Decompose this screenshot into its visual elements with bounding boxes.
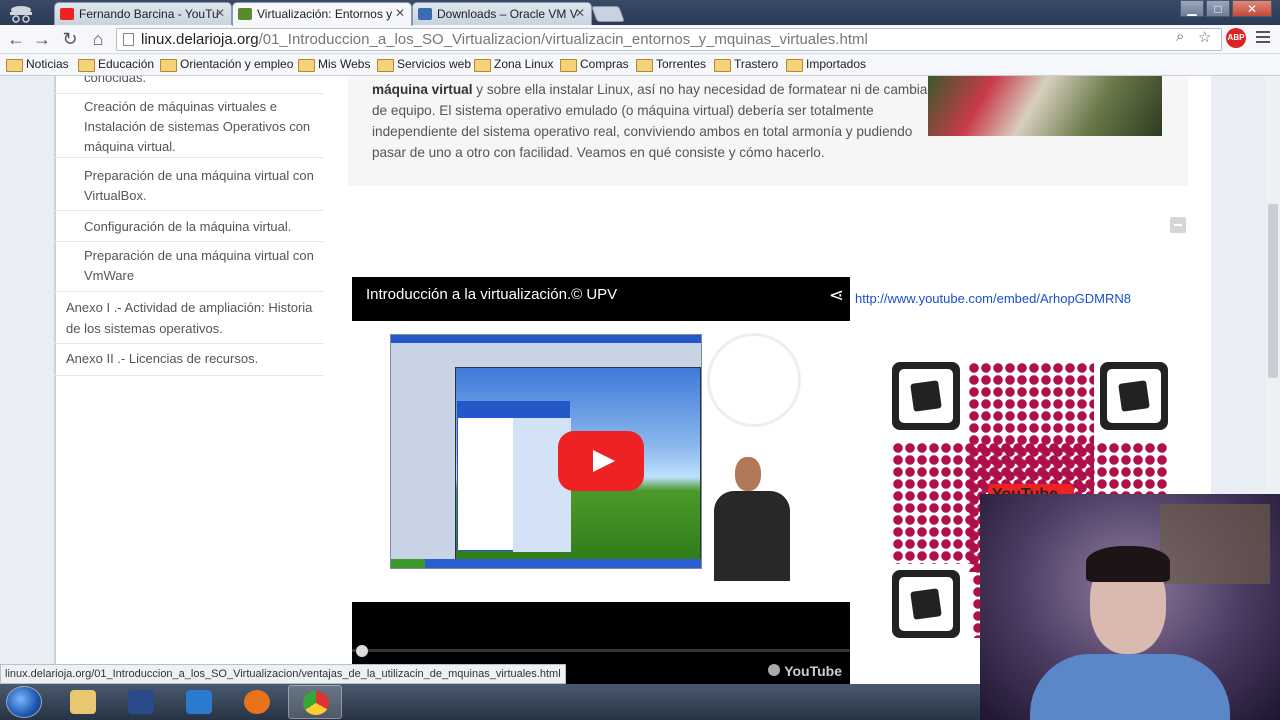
taskbar-explorer[interactable] xyxy=(56,685,110,719)
back-button[interactable]: ← xyxy=(4,28,28,50)
page-icon xyxy=(123,33,134,46)
taskbar-save-app[interactable] xyxy=(114,685,168,719)
menu-icon[interactable] xyxy=(1256,31,1270,43)
address-bar[interactable]: linux.delarioja.org/01_Introduccion_a_lo… xyxy=(116,28,1222,51)
forward-button[interactable]: → xyxy=(30,28,54,50)
presenter-head xyxy=(735,457,761,491)
sidebar-item-anexo-2[interactable]: Anexo II .- Licencias de recursos. xyxy=(54,346,324,376)
person-shirt xyxy=(1030,654,1230,720)
sidebar-item[interactable]: conocidas. xyxy=(54,76,324,94)
oracle-favicon-icon xyxy=(418,8,432,20)
incognito-icon xyxy=(10,6,32,23)
presenter-figure xyxy=(708,457,794,585)
xp-start-button xyxy=(391,559,425,568)
sidebar-item-virtualbox[interactable]: Preparación de una máquina virtual con V… xyxy=(54,160,324,211)
close-tab-icon[interactable]: ✕ xyxy=(395,6,405,20)
reload-button[interactable]: ↻ xyxy=(58,28,82,50)
close-tab-icon[interactable]: ✕ xyxy=(215,6,225,20)
qr-finder xyxy=(892,362,960,430)
sidebar-item-creacion[interactable]: Creación de máquinas virtuales e Instala… xyxy=(54,94,324,158)
youtube-embed[interactable]: Introducción a la virtualización.© UPV ⋖ xyxy=(352,277,850,684)
new-tab-button[interactable] xyxy=(591,6,625,22)
bookmark-folder[interactable]: Mis Webs xyxy=(298,57,370,72)
scrollbar-thumb[interactable] xyxy=(1268,204,1278,378)
bookmark-folder[interactable]: Trastero xyxy=(714,57,778,72)
tab-youtube[interactable]: Fernando Barcina - YouTu ✕ xyxy=(54,2,232,25)
video-header: Introducción a la virtualización.© UPV ⋖ xyxy=(352,277,850,321)
tab-label: Downloads – Oracle VM V xyxy=(437,7,578,21)
youtube-favicon-icon xyxy=(60,8,74,20)
close-window-button[interactable]: ✕ xyxy=(1232,0,1272,17)
adblock-plus-icon[interactable]: ABP xyxy=(1226,28,1246,48)
url-host: linux.delarioja.org xyxy=(141,31,259,48)
collapse-button[interactable] xyxy=(1170,217,1186,233)
tab-oracle[interactable]: Downloads – Oracle VM V ✕ xyxy=(412,2,592,25)
bookmarks-bar: Noticias Educación Orientación y empleo … xyxy=(0,54,1280,76)
search-icon[interactable]: ⌕ xyxy=(1176,28,1184,45)
intro-photo xyxy=(928,76,1162,136)
webcam-overlay xyxy=(980,494,1280,720)
sidebar-item-configuracion[interactable]: Configuración de la máquina virtual. xyxy=(54,213,324,242)
sidebar-nav: conocidas. Creación de máquinas virtuale… xyxy=(54,76,324,684)
sidebar-item-vmware[interactable]: Preparación de una máquina virtual con V… xyxy=(54,243,324,292)
person-hair xyxy=(1086,546,1170,582)
watch-later-icon[interactable] xyxy=(768,664,780,676)
intro-panel: máquina virtual y sobre ella instalar Li… xyxy=(348,76,1188,186)
bookmark-folder[interactable]: Servicios web xyxy=(377,57,471,72)
browser-toolbar: ← → ↻ ⌂ linux.delarioja.org/01_Introducc… xyxy=(0,25,1280,54)
xp-screenshot xyxy=(390,334,702,569)
firefox-icon xyxy=(244,690,270,714)
tab-label: Virtualización: Entornos y xyxy=(257,7,393,21)
url-path: /01_Introduccion_a_los_SO_Virtualizacion… xyxy=(258,31,868,48)
taskbar-firefox[interactable] xyxy=(230,685,284,719)
virtualbox-icon xyxy=(186,690,212,714)
home-button[interactable]: ⌂ xyxy=(86,28,110,50)
bookmark-star-icon[interactable]: ☆ xyxy=(1198,28,1211,46)
qr-finder xyxy=(1100,362,1168,430)
video-title[interactable]: Introducción a la virtualización.© UPV xyxy=(366,286,617,303)
start-button[interactable] xyxy=(6,686,42,718)
share-icon[interactable]: ⋖ xyxy=(829,285,844,306)
maximize-button[interactable]: □ xyxy=(1206,0,1230,17)
bookmark-folder[interactable]: Noticias xyxy=(6,57,69,72)
tab-virtualizacion[interactable]: Virtualización: Entornos y ✕ xyxy=(232,2,412,26)
close-tab-icon[interactable]: ✕ xyxy=(575,6,585,20)
xp-taskbar xyxy=(391,559,701,568)
tab-label: Fernando Barcina - YouTu xyxy=(79,7,219,21)
bookmark-folder[interactable]: Importados xyxy=(786,57,866,72)
minimize-button[interactable]: ▁ xyxy=(1180,0,1204,17)
upv-seal-watermark xyxy=(707,333,801,427)
bookmark-folder[interactable]: Educación xyxy=(78,57,154,72)
intro-bold: máquina virtual xyxy=(372,82,473,97)
floppy-icon xyxy=(128,690,154,714)
bookmark-folder[interactable]: Orientación y empleo xyxy=(160,57,293,72)
video-thumbnail[interactable] xyxy=(352,321,850,602)
xp-menu-header xyxy=(458,402,569,418)
play-button[interactable] xyxy=(558,431,644,491)
progress-bar[interactable] xyxy=(352,649,850,652)
sidebar-item-anexo-1[interactable]: Anexo I .- Actividad de ampliación: Hist… xyxy=(54,295,324,344)
youtube-link[interactable]: http://www.youtube.com/embed/ArhopGDMRN8 xyxy=(855,291,1131,306)
bookmark-folder[interactable]: Zona Linux xyxy=(474,57,553,72)
bookmark-folder[interactable]: Compras xyxy=(560,57,629,72)
taskbar-virtualbox[interactable] xyxy=(172,685,226,719)
youtube-logo[interactable]: YouTube xyxy=(784,663,842,679)
xp-start-menu xyxy=(457,401,571,552)
tab-strip: Fernando Barcina - YouTu ✕ Virtualizació… xyxy=(0,0,1280,26)
folder-icon xyxy=(70,690,96,714)
presenter-body xyxy=(714,491,790,581)
puzzle-favicon-icon xyxy=(238,8,252,20)
progress-handle[interactable] xyxy=(356,645,368,657)
qr-finder xyxy=(892,570,960,638)
intro-text: máquina virtual y sobre ella instalar Li… xyxy=(372,79,932,163)
bookmark-folder[interactable]: Torrentes xyxy=(636,57,706,72)
chrome-icon xyxy=(303,691,329,715)
status-url-bubble: linux.delarioja.org/01_Introduccion_a_lo… xyxy=(0,664,566,684)
xp-title-bar xyxy=(391,335,701,343)
taskbar-chrome[interactable] xyxy=(288,685,342,719)
wall-map xyxy=(1160,504,1270,584)
